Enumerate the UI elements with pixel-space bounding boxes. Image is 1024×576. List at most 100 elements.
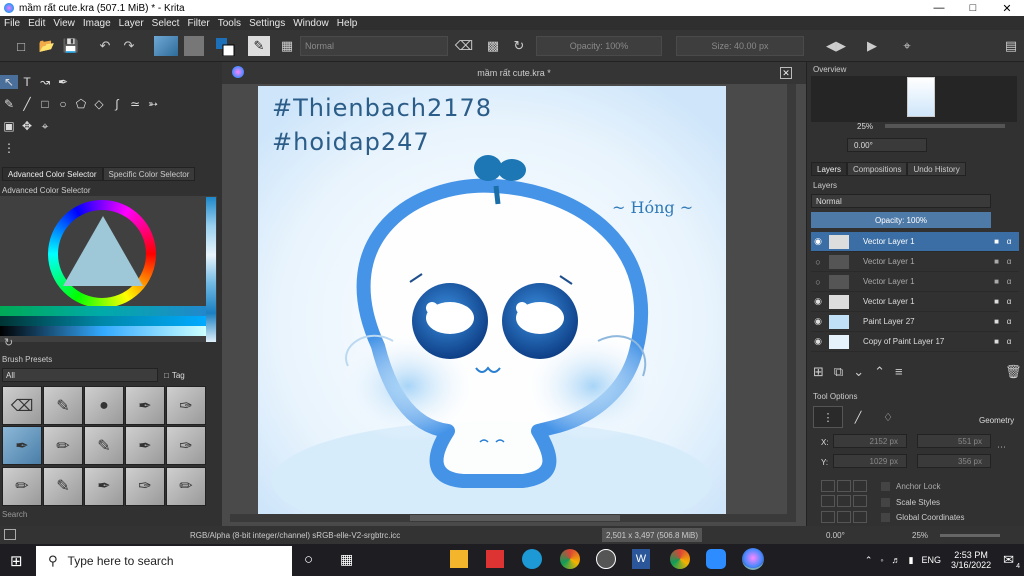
tab-undo-history[interactable]: Undo History xyxy=(907,162,966,176)
file-explorer-icon[interactable] xyxy=(450,550,468,568)
alpha-icon[interactable]: α xyxy=(999,237,1019,246)
brush-preset-marker[interactable]: ✎ xyxy=(84,426,124,466)
menu-filter[interactable]: Filter xyxy=(187,18,209,29)
aspect-link-icon[interactable]: ⋯ xyxy=(997,442,1006,453)
saturation-triangle[interactable] xyxy=(63,216,143,286)
clock[interactable]: 2:53 PM 3/16/2022 xyxy=(951,550,991,570)
menu-window[interactable]: Window xyxy=(293,18,329,29)
blend-mode-select[interactable]: Normal xyxy=(300,36,448,56)
mirror-horizontal-icon[interactable]: ◀▶ xyxy=(826,36,846,56)
size-slider[interactable]: Size: 40.00 px xyxy=(676,36,804,56)
add-layer-icon[interactable]: ⊞ xyxy=(813,364,824,380)
document-tab[interactable]: mầm rất cute.kra * ✕ xyxy=(222,62,806,84)
anchor-top[interactable] xyxy=(837,480,851,492)
tab-layers[interactable]: Layers xyxy=(811,162,848,176)
crop-icon[interactable]: ⌖ xyxy=(898,36,916,56)
drawing-canvas[interactable]: #Thienbach2178 #hoidap247 ~ Hóng ~ xyxy=(258,86,726,514)
network-icon[interactable]: ◦ xyxy=(880,555,883,565)
y-position-input[interactable]: 1029 px xyxy=(833,454,907,468)
eraser-icon[interactable]: ⌫ xyxy=(454,36,474,56)
scale-styles-checkbox[interactable] xyxy=(881,498,890,507)
horizontal-scroll-thumb[interactable] xyxy=(410,515,620,521)
anchor-top-right[interactable] xyxy=(853,480,867,492)
brush-preset-sketch[interactable]: ✒ xyxy=(84,466,124,506)
text-tool-icon[interactable]: T xyxy=(18,75,36,89)
select-tool-icon[interactable]: ↖ xyxy=(0,75,18,89)
opacity-slider[interactable]: Opacity: 100% xyxy=(536,36,662,56)
move-layer-up-icon[interactable]: ⌃ xyxy=(874,364,885,380)
app-v-icon[interactable] xyxy=(486,550,504,568)
volume-icon[interactable]: ♬ xyxy=(892,555,901,565)
saturation-slider[interactable] xyxy=(0,316,206,326)
brush-preset-icon[interactable]: ✎ xyxy=(248,36,270,56)
visibility-eye-icon[interactable]: ○ xyxy=(811,277,825,287)
brush-filter-select[interactable]: All xyxy=(2,368,158,382)
layer-row[interactable]: ◉ Vector Layer 1 ■ α xyxy=(811,232,1019,252)
scale-styles-option[interactable]: Scale Styles xyxy=(881,498,940,507)
rectangle-tool-icon[interactable]: □ xyxy=(36,97,54,111)
layer-row[interactable]: ○ Vector Layer 1 ■ α xyxy=(811,272,1019,292)
brush-preset-calligraphy[interactable]: ✑ xyxy=(166,426,206,466)
brush-preset-smudge[interactable]: ✏ xyxy=(166,466,206,506)
anchor-lock-checkbox[interactable] xyxy=(881,482,890,491)
overview-rotation-input[interactable]: 0.00° xyxy=(847,138,927,152)
alpha-icon[interactable]: α xyxy=(999,297,1019,306)
menu-settings[interactable]: Settings xyxy=(249,18,285,29)
layer-opacity-slider[interactable]: Opacity: 100% xyxy=(811,212,991,228)
visibility-eye-icon[interactable]: ◉ xyxy=(811,336,825,347)
move-layer-down-icon[interactable]: ⌄ xyxy=(853,364,864,380)
chat-app-icon[interactable] xyxy=(596,549,616,569)
alpha-icon[interactable]: α xyxy=(999,317,1019,326)
color-history-strip[interactable] xyxy=(206,197,216,342)
alpha-icon[interactable]: α xyxy=(999,257,1019,266)
chrome-icon[interactable] xyxy=(560,549,580,569)
maximize-button[interactable]: □ xyxy=(956,0,990,16)
vertical-scrollbar[interactable] xyxy=(787,84,796,516)
anchor-lock-option[interactable]: Anchor Lock xyxy=(881,482,940,491)
brush-preset-eraser[interactable]: ⌫ xyxy=(2,386,42,425)
anchor-bottom-right[interactable] xyxy=(853,510,867,523)
brush-preset-charcoal[interactable]: ✑ xyxy=(125,466,165,506)
overview-preview[interactable] xyxy=(811,76,1017,122)
fill-mode-icon[interactable]: ♢ xyxy=(873,406,903,428)
windows-start-icon[interactable]: ⊞ xyxy=(10,552,23,570)
menu-file[interactable]: File xyxy=(4,18,20,29)
color-sliders[interactable] xyxy=(0,306,206,336)
line-tool-icon[interactable]: ╱ xyxy=(18,97,36,111)
menu-view[interactable]: View xyxy=(53,18,75,29)
fg-bg-color-icon[interactable] xyxy=(214,36,236,56)
ellipse-tool-icon[interactable]: ○ xyxy=(54,97,72,111)
menu-edit[interactable]: Edit xyxy=(28,18,45,29)
freehand-path-icon[interactable]: ≃ xyxy=(126,97,144,111)
move-tool-icon[interactable]: ✥ xyxy=(18,119,36,133)
duplicate-layer-icon[interactable]: ⧉ xyxy=(834,364,843,380)
brush-search-input[interactable]: Search xyxy=(2,510,27,519)
visibility-eye-icon[interactable]: ◉ xyxy=(811,236,825,247)
layer-row[interactable]: ○ Vector Layer 1 ■ α xyxy=(811,252,1019,272)
hue-slider[interactable] xyxy=(0,306,206,316)
brush-preset-blur[interactable]: ● xyxy=(84,386,124,425)
brush-preset-color-pencil[interactable]: ✏ xyxy=(2,466,42,506)
alpha-icon[interactable]: α xyxy=(999,277,1019,286)
anchor-bottom[interactable] xyxy=(837,510,851,523)
language-indicator[interactable]: ENG xyxy=(922,555,942,565)
alpha-lock-icon[interactable]: ▩ xyxy=(484,36,502,56)
brush-preset-selected[interactable]: ✒ xyxy=(2,426,42,466)
menu-tools[interactable]: Tools xyxy=(218,18,241,29)
crop-tool-icon[interactable]: ⌖ xyxy=(36,119,54,134)
brush-preset-ink[interactable]: ✒ xyxy=(125,386,165,425)
grid-icon[interactable]: ▦ xyxy=(278,36,296,56)
select-mode-icon[interactable]: ⋮ xyxy=(813,406,843,428)
edge-icon[interactable] xyxy=(522,549,542,569)
anchor-left[interactable] xyxy=(821,495,835,508)
task-view-icon[interactable]: ▦ xyxy=(340,551,353,568)
selection-icon[interactable] xyxy=(4,529,16,540)
tab-advanced-color-selector[interactable]: Advanced Color Selector xyxy=(2,167,103,181)
menu-layer[interactable]: Layer xyxy=(119,18,144,29)
horizontal-scrollbar[interactable] xyxy=(230,514,796,522)
visibility-eye-icon[interactable]: ◉ xyxy=(811,316,825,327)
word-icon[interactable]: W xyxy=(632,549,650,569)
battery-icon[interactable]: ▮ xyxy=(909,555,914,566)
notification-icon[interactable]: ✉ 4 xyxy=(1003,552,1020,570)
bezier-tool-icon[interactable]: ∫ xyxy=(108,97,126,111)
